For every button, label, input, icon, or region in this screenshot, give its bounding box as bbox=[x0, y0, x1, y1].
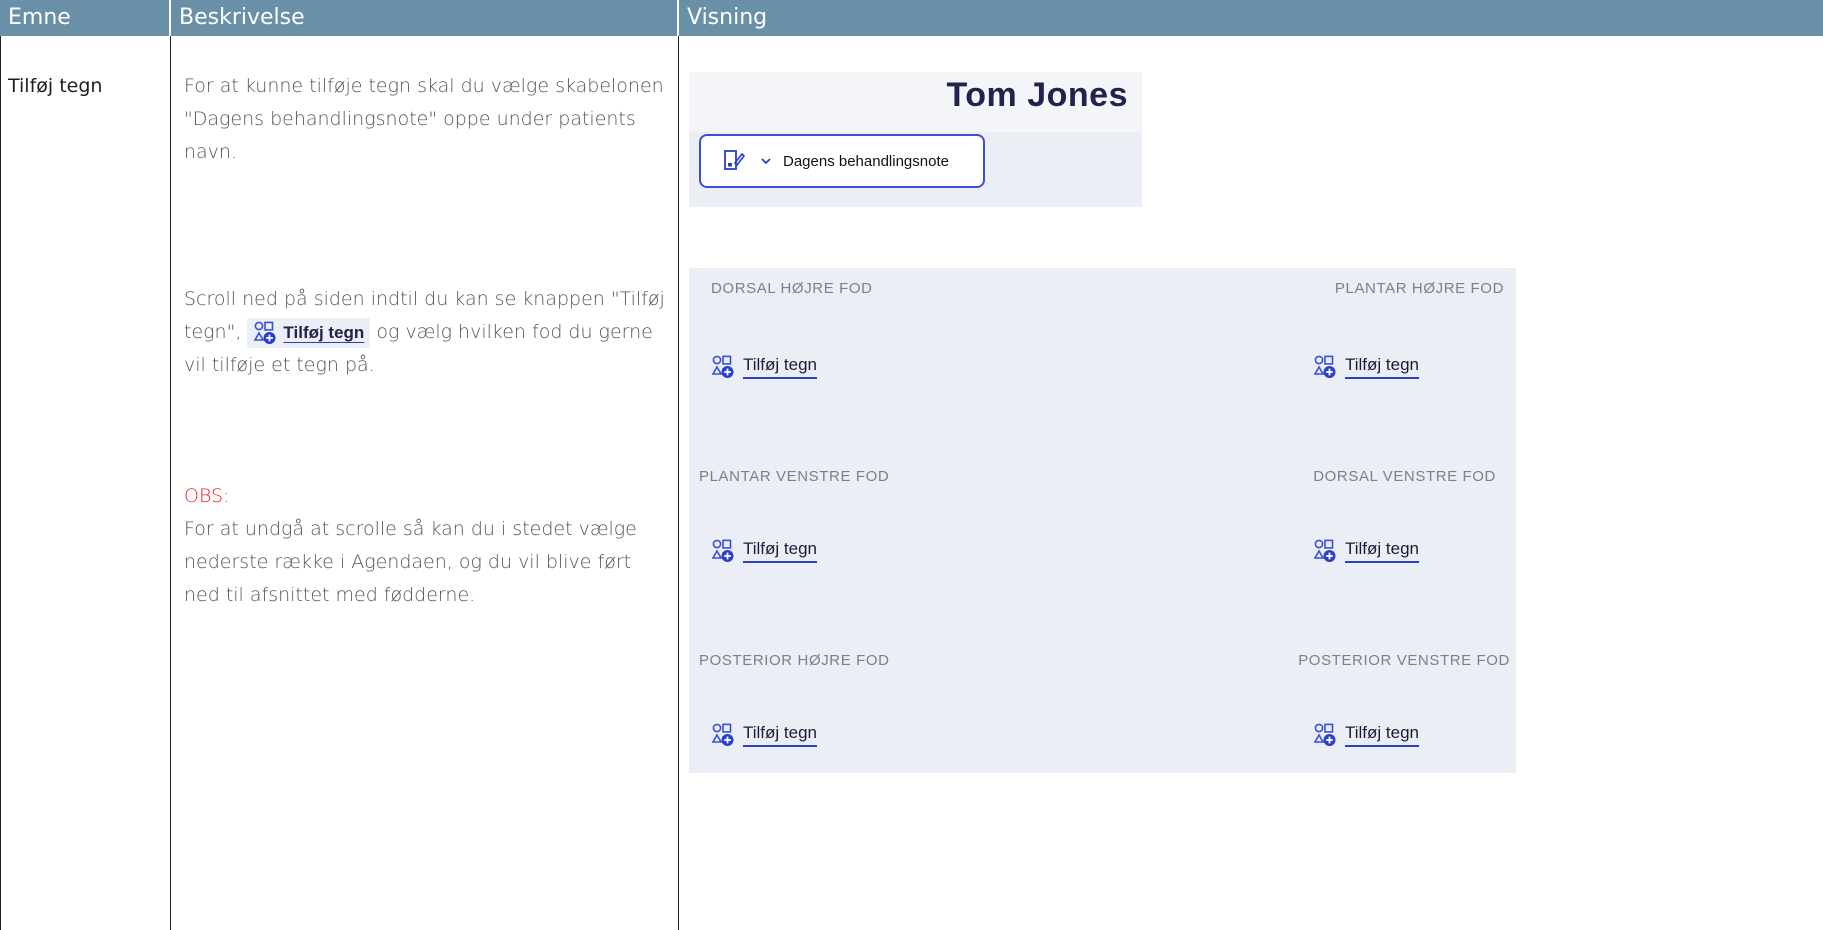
foot-sections-preview: DORSAL HØJRE FOD PLANTAR HØJRE FOD Tilfø… bbox=[689, 268, 1516, 773]
header-visning: Visning bbox=[679, 0, 1823, 36]
shapes-add-icon bbox=[1313, 355, 1336, 378]
table-border-left bbox=[0, 36, 1, 930]
add-sign-label: Tilføj tegn bbox=[743, 539, 818, 563]
add-sign-button-posterior-right[interactable]: Tilføj tegn bbox=[711, 720, 818, 750]
add-sign-button-plantar-right[interactable]: Tilføj tegn bbox=[1313, 352, 1420, 382]
document-edit-icon bbox=[724, 150, 745, 170]
add-sign-button-dorsal-left[interactable]: Tilføj tegn bbox=[1313, 536, 1420, 566]
description-step-2: Scroll ned på siden indtil du kan se kna… bbox=[184, 283, 672, 382]
header-beskrivelse: Beskrivelse bbox=[171, 0, 678, 36]
section-title-dorsal-right: DORSAL HØJRE FOD bbox=[711, 280, 873, 297]
topic-cell: Tilføj tegn bbox=[8, 75, 103, 97]
section-title-posterior-right: POSTERIOR HØJRE FOD bbox=[699, 652, 890, 669]
obs-note: OBS: For at undgå at scrolle så kan du i… bbox=[184, 480, 672, 612]
description-step-1: For at kunne tilføje tegn skal du vælge … bbox=[184, 75, 664, 163]
shapes-add-icon bbox=[1313, 723, 1336, 746]
instruction-table: Emne Beskrivelse Visning Tilføj tegn For… bbox=[0, 0, 1823, 930]
inline-chip-label: Tilføj tegn bbox=[283, 323, 365, 342]
template-selector-button[interactable]: Dagens behandlingsnote bbox=[699, 134, 985, 188]
add-sign-button-plantar-left[interactable]: Tilføj tegn bbox=[711, 536, 818, 566]
add-sign-label: Tilføj tegn bbox=[743, 355, 818, 379]
patient-name-bar: Tom Jones bbox=[689, 72, 1142, 132]
section-title-dorsal-left: DORSAL VENSTRE FOD bbox=[1313, 468, 1496, 485]
add-sign-button-posterior-left[interactable]: Tilføj tegn bbox=[1313, 720, 1420, 750]
shapes-add-icon bbox=[254, 321, 276, 344]
section-title-posterior-left: POSTERIOR VENSTRE FOD bbox=[1298, 652, 1510, 669]
add-sign-label: Tilføj tegn bbox=[1345, 539, 1420, 563]
chevron-down-icon bbox=[761, 158, 771, 165]
table-divider-1 bbox=[170, 36, 171, 930]
table-divider-2 bbox=[678, 36, 679, 930]
add-sign-label: Tilføj tegn bbox=[1345, 723, 1420, 747]
shapes-add-icon bbox=[1313, 539, 1336, 562]
shapes-add-icon bbox=[711, 355, 734, 378]
template-label: Dagens behandlingsnote bbox=[783, 152, 949, 170]
obs-label: OBS: bbox=[184, 485, 230, 507]
patient-name: Tom Jones bbox=[946, 76, 1128, 114]
obs-text: For at undgå at scrolle så kan du i sted… bbox=[184, 518, 637, 606]
inline-add-sign-chip: Tilføj tegn bbox=[247, 317, 371, 348]
add-sign-button-dorsal-right[interactable]: Tilføj tegn bbox=[711, 352, 818, 382]
section-title-plantar-right: PLANTAR HØJRE FOD bbox=[1334, 280, 1504, 297]
section-title-plantar-left: PLANTAR VENSTRE FOD bbox=[699, 468, 890, 485]
shapes-add-icon bbox=[711, 539, 734, 562]
add-sign-label: Tilføj tegn bbox=[1345, 355, 1420, 379]
shapes-add-icon bbox=[711, 723, 734, 746]
add-sign-label: Tilføj tegn bbox=[743, 723, 818, 747]
header-emne: Emne bbox=[0, 0, 170, 36]
patient-header-preview: Tom Jones Dagens behandlingsnote bbox=[689, 72, 1142, 207]
